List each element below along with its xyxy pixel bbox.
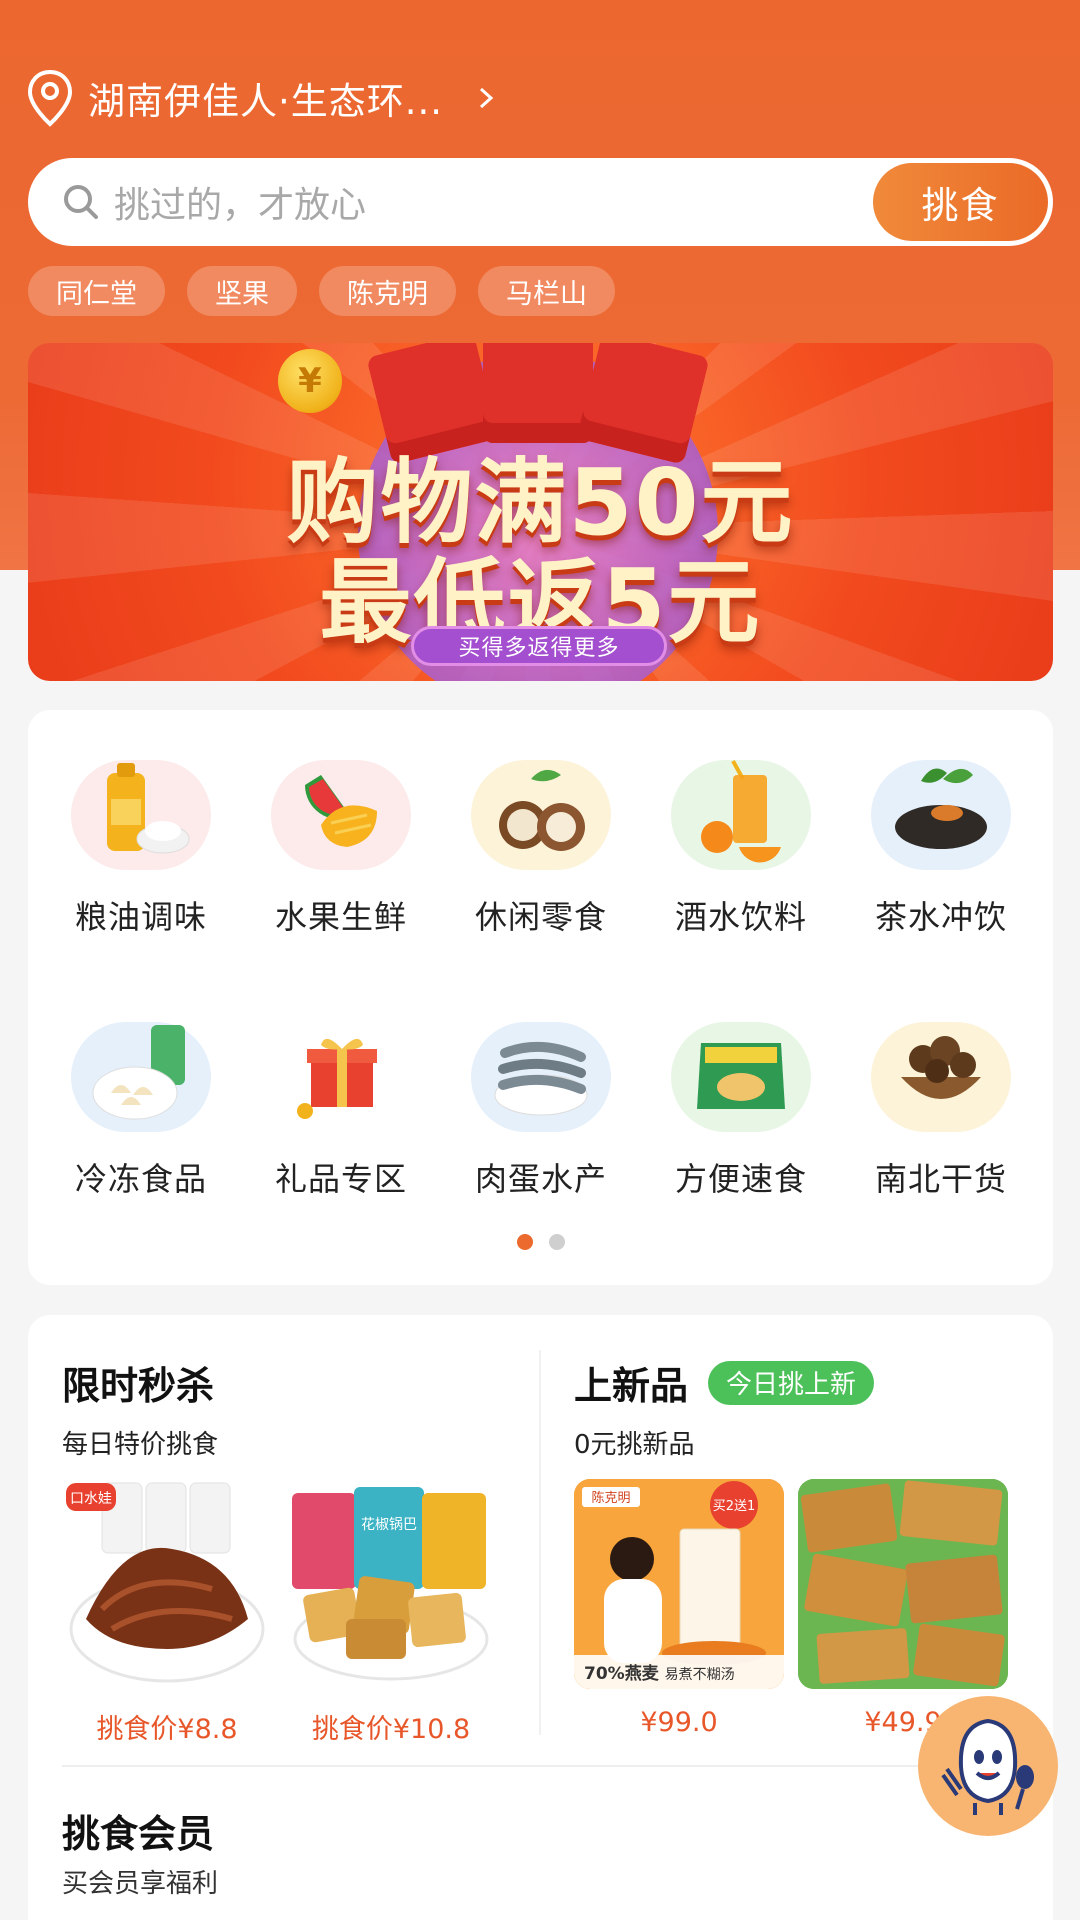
product-card[interactable]: 口水娃 挑食价¥8.8 [62, 1479, 272, 1746]
category-pager [28, 1234, 1053, 1250]
new-arrivals-title: 上新品 [574, 1364, 689, 1408]
product-promo: 买2送1 [713, 1499, 756, 1514]
hot-search-chip[interactable]: 坚果 [187, 266, 297, 316]
category-item[interactable]: 茶水冲饮 [846, 738, 1036, 1000]
tea-icon [871, 760, 1011, 870]
new-arrivals-badge: 今日挑上新 [708, 1360, 875, 1405]
shrimp-icon [471, 1022, 611, 1132]
section-divider [539, 1350, 541, 1735]
drink-icon [671, 760, 811, 870]
gift-icon [271, 1022, 411, 1132]
section-divider [62, 1765, 1052, 1767]
product-brand-tag: 口水娃 [70, 1491, 112, 1507]
category-panel: 粮油调味 水果生鲜 休闲零食 酒水饮料 茶水冲饮 冷冻食品 礼品专区 肉蛋水产 … [28, 710, 1053, 1285]
product-brand: 陈克明 [591, 1490, 630, 1506]
category-item[interactable]: 肉蛋水产 [446, 1000, 636, 1262]
product-image [798, 1479, 1008, 1689]
category-label: 方便速食 [674, 1160, 807, 1198]
cooking-oil-icon [71, 760, 211, 870]
category-label: 休闲零食 [474, 898, 607, 936]
category-item[interactable]: 粮油调味 [46, 738, 236, 1000]
flash-sale-title: 限时秒杀 [62, 1364, 215, 1408]
category-label: 肉蛋水产 [474, 1160, 607, 1198]
search-input[interactable]: 挑过的，才放心 [114, 176, 366, 228]
product-price: 挑食价¥10.8 [311, 1714, 471, 1745]
instant-noodle-icon [671, 1022, 811, 1132]
location-text: 湖南伊佳人·生态环... [88, 80, 444, 123]
product-pack-label: 花椒锅巴 [361, 1517, 417, 1533]
mascot-icon [941, 1718, 1034, 1815]
pager-dot[interactable] [548, 1234, 565, 1250]
fruit-icon [271, 760, 411, 870]
flash-sale-section[interactable]: 限时秒杀 每日特价挑食 口水娃 挑食价¥8.8 花椒锅巴 挑食价¥10.8 [62, 1355, 542, 1746]
product-image: 陈克明 买2送1 70%燕麦 易煮不糊汤 [574, 1479, 784, 1689]
product-price: ¥99.0 [640, 1707, 718, 1738]
category-label: 南北干货 [874, 1160, 1007, 1198]
hot-search-chips: 同仁堂 坚果 陈克明 马栏山 [28, 266, 615, 316]
product-card[interactable]: 陈克明 买2送1 70%燕麦 易煮不糊汤 ¥99.0 [574, 1479, 784, 1738]
category-row: 冷冻食品 礼品专区 肉蛋水产 方便速食 南北干货 [46, 1000, 1036, 1262]
category-row: 粮油调味 水果生鲜 休闲零食 酒水饮料 茶水冲饮 [46, 738, 1036, 1000]
hot-search-chip[interactable]: 陈克明 [319, 266, 456, 316]
chevron-right-icon [480, 87, 494, 109]
new-arrivals-subtitle: 0元挑新品 [574, 1430, 695, 1460]
category-label: 礼品专区 [274, 1160, 407, 1198]
member-subtitle: 买会员享福利 [62, 1869, 219, 1899]
search-button[interactable]: 挑食 [873, 163, 1048, 241]
new-arrivals-section[interactable]: 上新品 今日挑上新 0元挑新品 陈克明 买2送1 70%燕麦 易煮不糊汤 ¥99… [574, 1355, 1044, 1738]
category-label: 水果生鲜 [274, 898, 407, 936]
dumpling-icon [71, 1022, 211, 1132]
category-label: 冷冻食品 [74, 1160, 207, 1198]
product-caption: 70%燕麦 易煮不糊汤 [584, 1663, 735, 1684]
home-page: 湖南伊佳人·生态环... 挑过的，才放心 挑食 同仁堂 坚果 陈克明 马栏山 ¥… [0, 0, 1080, 1920]
product-image: 花椒锅巴 [286, 1479, 496, 1689]
snack-nut-icon [471, 760, 611, 870]
mushroom-icon [871, 1022, 1011, 1132]
product-price: 挑食价¥8.8 [96, 1714, 238, 1745]
location-selector[interactable]: 湖南伊佳人·生态环... [26, 66, 495, 130]
category-item[interactable]: 休闲零食 [446, 738, 636, 1000]
hot-search-chip[interactable]: 马栏山 [478, 266, 615, 316]
banner-tagline: 买得多返得更多 [411, 626, 667, 666]
search-bar[interactable]: 挑过的，才放心 挑食 [28, 158, 1053, 246]
search-icon [64, 185, 98, 219]
coin-icon: ¥ [278, 349, 342, 413]
deals-panel: 限时秒杀 每日特价挑食 口水娃 挑食价¥8.8 花椒锅巴 挑食价¥10.8 上新… [28, 1315, 1053, 1920]
location-pin-icon [27, 69, 73, 127]
new-arrivals-title-row: 上新品 今日挑上新 [574, 1355, 1044, 1410]
mascot-float-button[interactable] [918, 1696, 1058, 1836]
product-image: 口水娃 [62, 1479, 272, 1689]
category-item[interactable]: 方便速食 [646, 1000, 836, 1262]
category-item[interactable]: 酒水饮料 [646, 738, 836, 1000]
pager-dot-active[interactable] [516, 1234, 533, 1250]
hot-search-chip[interactable]: 同仁堂 [28, 266, 165, 316]
category-label: 茶水冲饮 [874, 898, 1007, 936]
flash-sale-subtitle: 每日特价挑食 [62, 1430, 219, 1460]
promo-banner[interactable]: ¥ 购物满50元 最低返5元 买得多返得更多 [28, 343, 1053, 681]
category-item[interactable]: 礼品专区 [246, 1000, 436, 1262]
category-label: 粮油调味 [74, 898, 207, 936]
category-item[interactable]: 冷冻食品 [46, 1000, 236, 1262]
category-item[interactable]: 南北干货 [846, 1000, 1036, 1262]
member-title[interactable]: 挑食会员 [62, 1803, 214, 1858]
category-label: 酒水饮料 [674, 898, 807, 936]
category-item[interactable]: 水果生鲜 [246, 738, 436, 1000]
product-card[interactable]: 花椒锅巴 挑食价¥10.8 [286, 1479, 496, 1746]
